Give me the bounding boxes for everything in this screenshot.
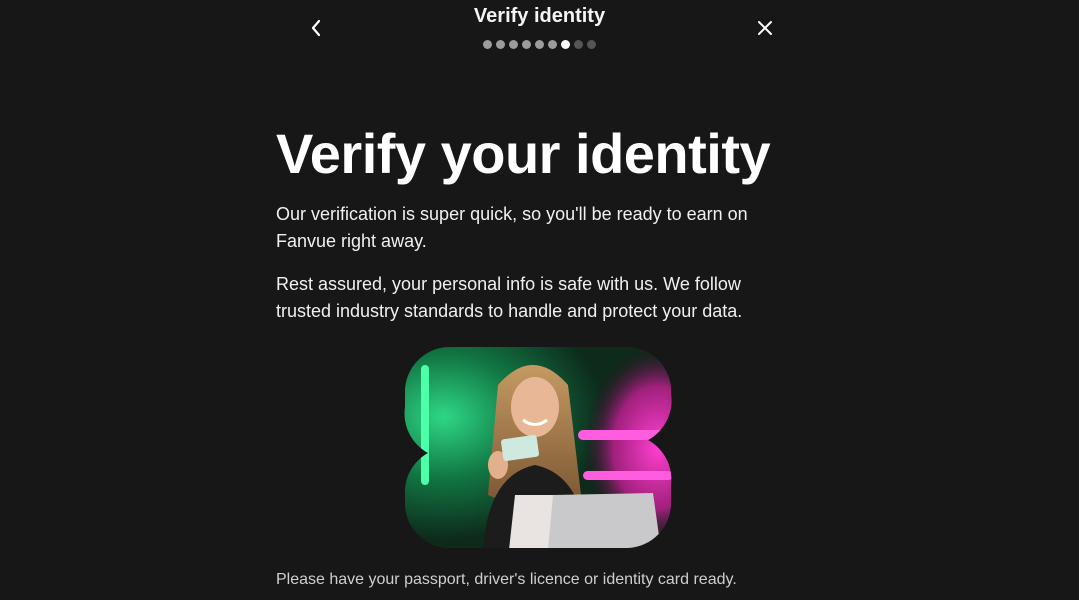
step-progress-indicator (483, 40, 596, 49)
step-dot (574, 40, 583, 49)
step-dot (587, 40, 596, 49)
step-dot (535, 40, 544, 49)
id-verification-illustration (404, 347, 672, 548)
step-dot (548, 40, 557, 49)
documents-hint: Please have your passport, driver's lice… (276, 571, 737, 588)
step-dot (522, 40, 531, 49)
close-button[interactable] (750, 13, 780, 43)
close-icon (758, 21, 772, 35)
verify-identity-page: Verify identity Verify your identity Our… (0, 0, 1079, 600)
intro-paragraph: Our verification is super quick, so you'… (276, 204, 748, 251)
step-dot-current (561, 40, 570, 49)
page-title: Verify your identity (276, 122, 771, 185)
privacy-paragraph: Rest assured, your personal info is safe… (276, 274, 743, 321)
step-dot (483, 40, 492, 49)
step-dot (509, 40, 518, 49)
step-dot (496, 40, 505, 49)
main-content: Verify your identity Our verification is… (276, 118, 796, 325)
header-title: Verify identity (473, 5, 606, 27)
